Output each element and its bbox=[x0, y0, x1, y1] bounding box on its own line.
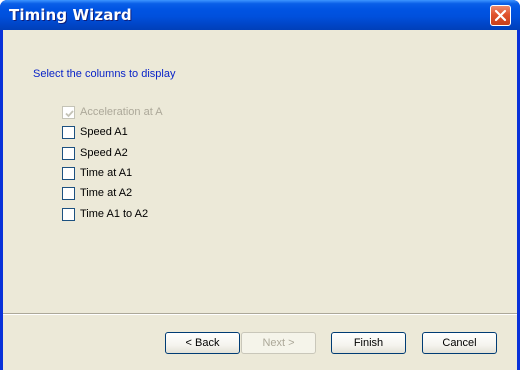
close-icon bbox=[494, 9, 507, 22]
button-separator bbox=[3, 313, 517, 315]
checkbox-acceleration-at-a bbox=[62, 106, 75, 119]
checkbox-time-at-a2[interactable] bbox=[62, 187, 75, 200]
option-label[interactable]: Speed A1 bbox=[80, 126, 128, 139]
cancel-button[interactable]: Cancel bbox=[422, 332, 497, 354]
checkbox-speed-a1[interactable] bbox=[62, 126, 75, 139]
instruction-heading: Select the columns to display bbox=[33, 68, 176, 80]
finish-button[interactable]: Finish bbox=[331, 332, 406, 354]
close-button[interactable] bbox=[490, 5, 511, 26]
checkbox-speed-a2[interactable] bbox=[62, 147, 75, 160]
next-button: Next > bbox=[241, 332, 316, 354]
option-label[interactable]: Time at A1 bbox=[80, 167, 132, 180]
option-label[interactable]: Speed A2 bbox=[80, 147, 128, 160]
option-label[interactable]: Time at A2 bbox=[80, 187, 132, 200]
dialog-body bbox=[3, 30, 517, 370]
checkbox-time-at-a1[interactable] bbox=[62, 167, 75, 180]
wizard-window: Timing Wizard Select the columns to disp… bbox=[0, 0, 520, 370]
option-label: Acceleration at A bbox=[80, 106, 163, 118]
window-title: Timing Wizard bbox=[9, 6, 132, 24]
checkmark-icon bbox=[65, 110, 74, 118]
title-bar[interactable]: Timing Wizard bbox=[0, 0, 520, 30]
checkbox-time-a1-to-a2[interactable] bbox=[62, 208, 75, 221]
option-label[interactable]: Time A1 to A2 bbox=[80, 208, 148, 221]
back-button[interactable]: < Back bbox=[165, 332, 240, 354]
